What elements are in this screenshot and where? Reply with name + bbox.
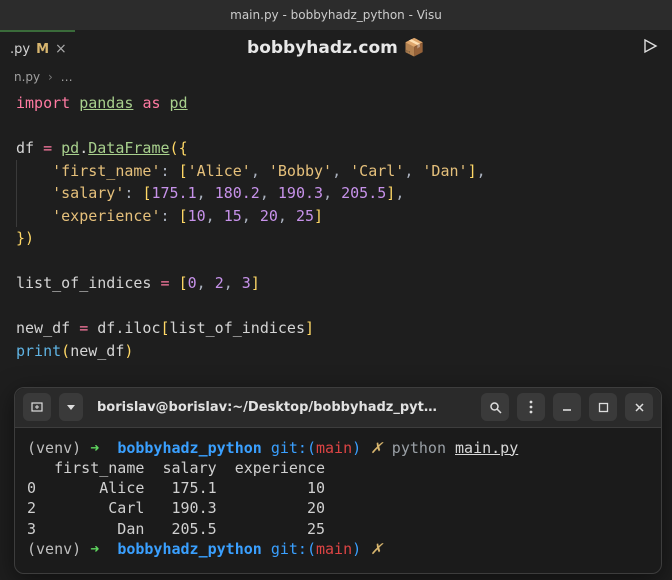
var-list-of-indices: list_of_indices bbox=[16, 274, 151, 292]
output-row: 3 Dan 205.5 25 bbox=[27, 520, 325, 538]
output-header: first_name salary experience bbox=[27, 459, 325, 477]
var-new-df: new_df bbox=[16, 319, 70, 337]
terminal-panel: borislav@borislav:~/Desktop/bobbyhadz_py… bbox=[14, 387, 662, 575]
obj-pd: pd bbox=[61, 139, 79, 157]
tab-main-py[interactable]: .py M × bbox=[0, 30, 75, 66]
alias-pd: pd bbox=[170, 94, 188, 112]
var-df: df bbox=[16, 139, 34, 157]
prompt-cwd: bobbyhadz_python bbox=[117, 439, 262, 457]
close-button[interactable] bbox=[625, 393, 653, 421]
tab-label: .py bbox=[10, 42, 30, 57]
prompt-arrow-icon: ➜ bbox=[90, 439, 99, 457]
prompt-git: git:( bbox=[271, 439, 316, 457]
brand-overlay: bobbyhadz.com 📦 bbox=[0, 38, 672, 58]
keyword-as: as bbox=[142, 94, 160, 112]
op-assign: = bbox=[43, 139, 52, 157]
editor-toolbar: .py M × bobbyhadz.com 📦 bbox=[0, 30, 672, 66]
venv-indicator: (venv) bbox=[27, 439, 81, 457]
menu-button[interactable] bbox=[517, 393, 545, 421]
chevron-right-icon: › bbox=[48, 70, 53, 84]
terminal-body[interactable]: (venv) ➜ bobbyhadz_python git:(main) ✗ p… bbox=[15, 428, 661, 574]
tab-modified-indicator: M bbox=[36, 42, 49, 57]
dirty-icon: ✗ bbox=[370, 439, 383, 457]
breadcrumb[interactable]: n.py › … bbox=[0, 66, 672, 88]
search-button[interactable] bbox=[481, 393, 509, 421]
terminal-titlebar: borislav@borislav:~/Desktop/bobbyhadz_py… bbox=[15, 388, 661, 428]
code-editor[interactable]: import pandas as pd df = pd.DataFrame({ … bbox=[0, 88, 672, 374]
new-tab-button[interactable] bbox=[23, 393, 51, 421]
fn-print: print bbox=[16, 342, 61, 360]
command-python: python bbox=[392, 439, 446, 457]
window-titlebar: main.py - bobbyhadz_python - Visu bbox=[0, 0, 672, 30]
minimize-button[interactable] bbox=[553, 393, 581, 421]
cls-dataframe: DataFrame bbox=[88, 139, 169, 157]
breadcrumb-more: … bbox=[61, 70, 73, 84]
brand-text: bobbyhadz.com bbox=[247, 38, 398, 58]
module-pandas: pandas bbox=[79, 94, 133, 112]
breadcrumb-file: n.py bbox=[14, 70, 40, 84]
package-icon: 📦 bbox=[404, 38, 425, 58]
run-button[interactable] bbox=[642, 38, 658, 58]
close-icon[interactable]: × bbox=[55, 41, 67, 57]
key-experience: 'experience' bbox=[52, 207, 160, 225]
key-first-name: 'first_name' bbox=[52, 162, 160, 180]
prompt-branch: main bbox=[316, 439, 352, 457]
command-file: main.py bbox=[455, 439, 518, 457]
terminal-title: borislav@borislav:~/Desktop/bobbyhadz_py… bbox=[91, 400, 473, 415]
key-salary: 'salary' bbox=[52, 184, 124, 202]
maximize-button[interactable] bbox=[589, 393, 617, 421]
keyword-import: import bbox=[16, 94, 70, 112]
window-title: main.py - bobbyhadz_python - Visu bbox=[230, 8, 442, 22]
output-row: 2 Carl 190.3 20 bbox=[27, 499, 325, 517]
dropdown-button[interactable] bbox=[59, 393, 83, 421]
output-row: 0 Alice 175.1 10 bbox=[27, 479, 325, 497]
